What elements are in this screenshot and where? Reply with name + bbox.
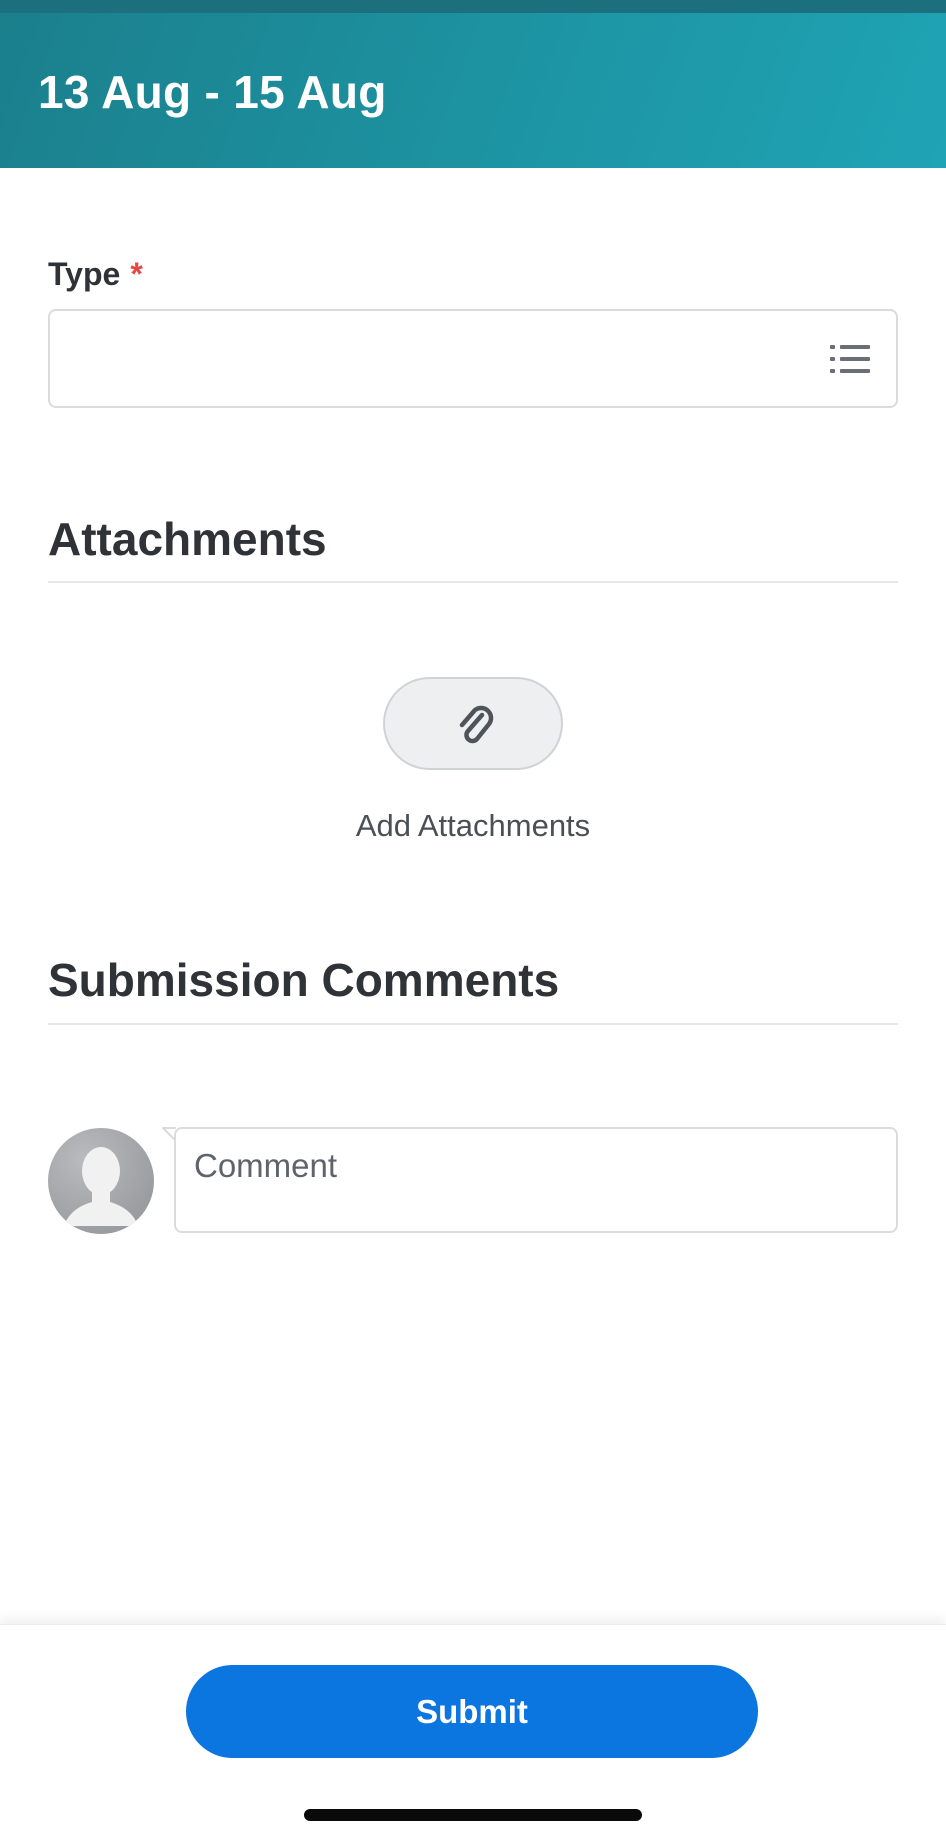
- type-select[interactable]: [48, 309, 898, 408]
- submission-comments-heading: Submission Comments: [48, 954, 560, 1006]
- paperclip-icon: [459, 705, 494, 744]
- footer-bar: Submit: [0, 1624, 946, 1840]
- list-icon[interactable]: [830, 343, 870, 375]
- attachments-heading: Attachments: [48, 513, 327, 565]
- type-field-label: Type *: [48, 256, 143, 293]
- attachments-divider: [48, 581, 898, 583]
- type-label-text: Type: [48, 256, 121, 292]
- required-marker: *: [130, 256, 143, 292]
- avatar-placeholder-icon: [64, 1147, 138, 1226]
- page: 13 Aug - 15 Aug Type * Attachments Add At…: [0, 0, 946, 1840]
- header-bar: 13 Aug - 15 Aug: [0, 13, 946, 168]
- avatar: [48, 1128, 154, 1234]
- comment-placeholder: Comment: [194, 1147, 338, 1184]
- status-bar-strip: [0, 0, 946, 13]
- add-attachments-label[interactable]: Add Attachments: [0, 808, 946, 844]
- submit-button[interactable]: Submit: [186, 1665, 758, 1758]
- home-indicator[interactable]: [304, 1809, 642, 1821]
- comment-input[interactable]: Comment: [174, 1127, 898, 1233]
- add-attachment-button[interactable]: [383, 677, 563, 770]
- page-title: 13 Aug - 15 Aug: [38, 66, 387, 118]
- comments-divider: [48, 1023, 898, 1025]
